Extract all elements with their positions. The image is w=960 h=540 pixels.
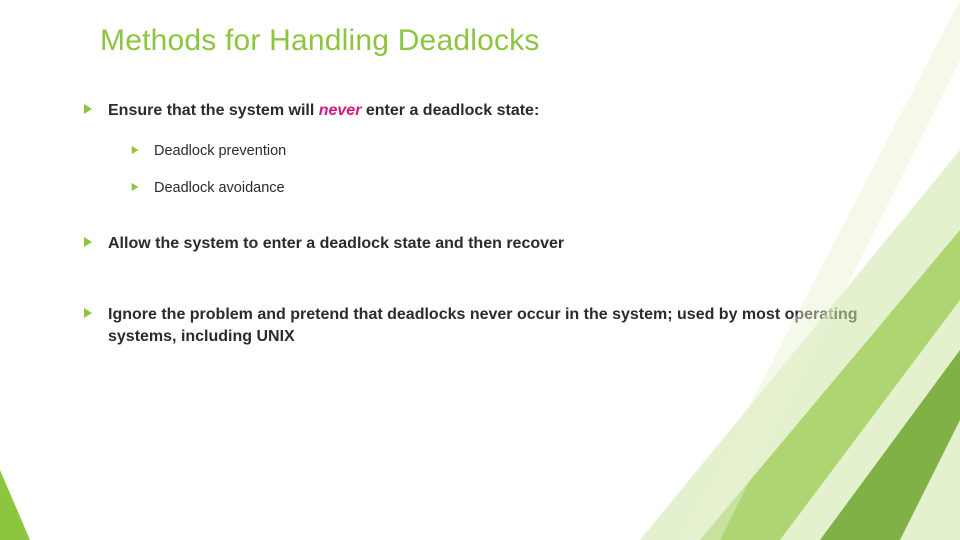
list-item: Ignore the problem and pretend that dead…	[82, 304, 890, 347]
list-item: Deadlock prevention	[130, 142, 890, 162]
arrowhead-right-icon	[82, 307, 94, 319]
page-title: Methods for Handling Deadlocks	[100, 24, 540, 58]
bullet-text: Ensure that the system will never enter …	[108, 100, 539, 122]
bullet-text: Ignore the problem and pretend that dead…	[108, 304, 890, 347]
bullet-text: Allow the system to enter a deadlock sta…	[108, 233, 564, 255]
list-item: Allow the system to enter a deadlock sta…	[82, 233, 890, 255]
bullet-text: Deadlock avoidance	[154, 179, 285, 199]
slide: Methods for Handling Deadlocks Ensure th…	[0, 0, 960, 540]
arrowhead-right-icon	[130, 182, 140, 192]
bullet-suffix: enter a deadlock state:	[361, 102, 539, 119]
bullet-emphasis: never	[319, 102, 362, 119]
bullet-text: Deadlock prevention	[154, 142, 286, 162]
arrowhead-right-icon	[130, 145, 140, 155]
list-item: Deadlock avoidance	[130, 179, 890, 199]
arrowhead-right-icon	[82, 103, 94, 115]
list-item: Ensure that the system will never enter …	[82, 100, 890, 122]
bullet-prefix: Ensure that the system will	[108, 102, 319, 119]
arrowhead-right-icon	[82, 236, 94, 248]
content-body: Ensure that the system will never enter …	[82, 100, 890, 368]
